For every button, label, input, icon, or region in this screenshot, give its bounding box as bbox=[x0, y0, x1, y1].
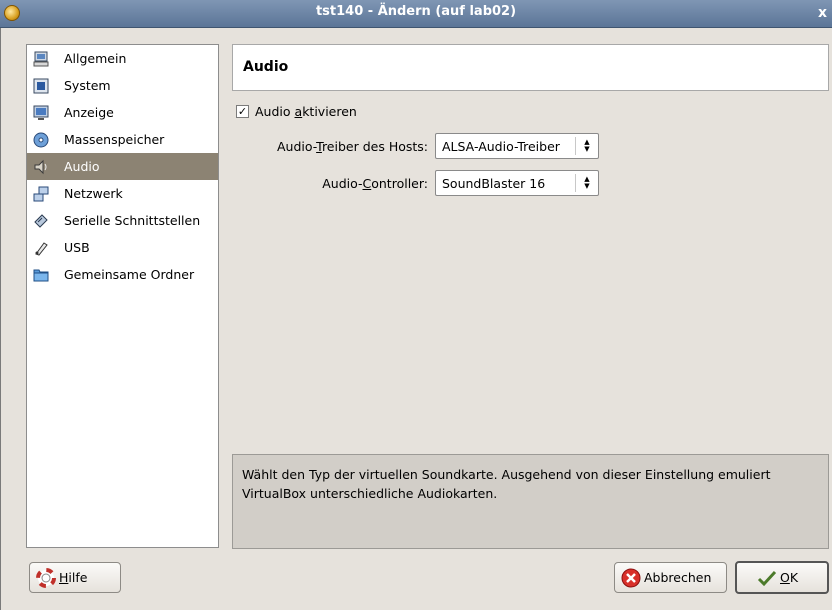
sidebar-item-label: Massenspeicher bbox=[64, 132, 165, 147]
disk-icon bbox=[33, 132, 49, 148]
help-button[interactable]: Hilfe bbox=[29, 562, 121, 593]
check-icon bbox=[757, 568, 777, 588]
network-icon bbox=[33, 186, 49, 202]
enable-audio-checkbox[interactable]: ✓ Audio aktivieren bbox=[236, 104, 357, 119]
page-header: Audio bbox=[232, 44, 829, 91]
chip-icon bbox=[33, 78, 49, 94]
cancel-icon bbox=[621, 568, 641, 588]
host-driver-value: ALSA-Audio-Treiber bbox=[442, 138, 560, 154]
checkbox-box[interactable]: ✓ bbox=[236, 105, 249, 118]
controller-value: SoundBlaster 16 bbox=[442, 175, 546, 191]
sidebar-item-label: Gemeinsame Ordner bbox=[64, 267, 195, 282]
updown-arrows-icon: ▲ ▼ bbox=[584, 138, 590, 153]
sidebar-item-label: USB bbox=[64, 240, 90, 255]
folder-icon bbox=[33, 267, 49, 283]
help-label: Hilfe bbox=[59, 570, 88, 585]
settings-category-list[interactable]: Allgemein System Anzeige Massenspeicher … bbox=[26, 44, 219, 548]
sidebar-item-label: Allgemein bbox=[64, 51, 127, 66]
host-driver-select[interactable]: ALSA-Audio-Treiber ▲ ▼ bbox=[435, 133, 599, 159]
lifebuoy-icon bbox=[36, 567, 56, 588]
host-driver-label: Audio-Treiber des Hosts: bbox=[277, 139, 428, 154]
sidebar-item-label: Netzwerk bbox=[64, 186, 123, 201]
ok-button[interactable]: OK bbox=[735, 561, 829, 594]
monitor-icon bbox=[33, 105, 49, 121]
updown-arrows-icon: ▲ ▼ bbox=[584, 175, 590, 190]
description-text: Wählt den Typ der virtuellen Soundkarte.… bbox=[242, 467, 771, 501]
title-bar[interactable]: tst140 - Ändern (auf lab02) x bbox=[0, 0, 832, 28]
sidebar-item-allgemein[interactable]: Allgemein bbox=[27, 45, 218, 72]
enable-audio-label: Audio aktivieren bbox=[255, 104, 357, 119]
sidebar-item-label: Audio bbox=[64, 159, 100, 174]
controller-select[interactable]: SoundBlaster 16 ▲ ▼ bbox=[435, 170, 599, 196]
cancel-button[interactable]: Abbrechen bbox=[614, 562, 727, 593]
serial-port-icon bbox=[33, 213, 49, 229]
sidebar-item-label: Anzeige bbox=[64, 105, 114, 120]
sidebar-item-anzeige[interactable]: Anzeige bbox=[27, 99, 218, 126]
sidebar-item-audio[interactable]: Audio bbox=[27, 153, 218, 180]
cancel-label: Abbrechen bbox=[644, 570, 712, 585]
sidebar-item-gemeinsame-ordner[interactable]: Gemeinsame Ordner bbox=[27, 261, 218, 288]
sidebar-item-serielle-schnittstellen[interactable]: Serielle Schnittstellen bbox=[27, 207, 218, 234]
page-title: Audio bbox=[243, 59, 289, 75]
sidebar-item-netzwerk[interactable]: Netzwerk bbox=[27, 180, 218, 207]
ok-label: OK bbox=[780, 570, 799, 585]
controller-label: Audio-Controller: bbox=[322, 176, 428, 191]
window-title: tst140 - Ändern (auf lab02) bbox=[315, 4, 517, 19]
close-icon[interactable]: x bbox=[818, 5, 832, 22]
speaker-icon bbox=[33, 159, 49, 175]
description-panel: Wählt den Typ der virtuellen Soundkarte.… bbox=[232, 454, 829, 549]
sidebar-item-label: Serielle Schnittstellen bbox=[64, 213, 201, 228]
sidebar-item-usb[interactable]: USB bbox=[27, 234, 218, 261]
sidebar-item-system[interactable]: System bbox=[27, 72, 218, 99]
computer-icon bbox=[33, 51, 49, 67]
sidebar-item-massenspeicher[interactable]: Massenspeicher bbox=[27, 126, 218, 153]
usb-icon bbox=[33, 240, 49, 256]
sidebar-item-label: System bbox=[64, 78, 111, 93]
